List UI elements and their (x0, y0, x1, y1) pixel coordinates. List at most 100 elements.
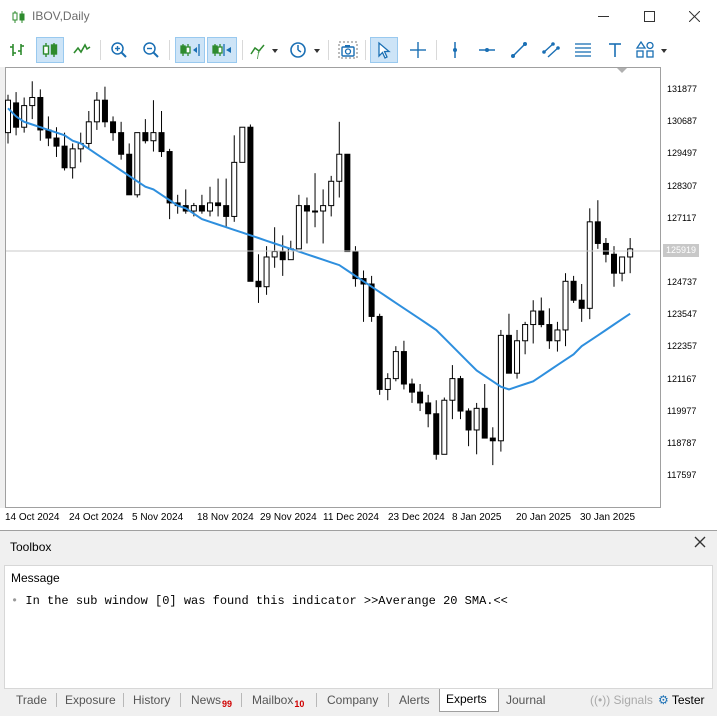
candle (457, 378, 464, 412)
candle (85, 121, 92, 144)
candle (473, 407, 480, 431)
candle (190, 205, 197, 212)
date-tick-label: 11 Dec 2024 (323, 512, 379, 523)
mailbox-badge: 10 (294, 699, 305, 709)
date-tick-label: 29 Nov 2024 (260, 512, 317, 523)
tester-icon: ⚙ (658, 693, 672, 707)
date-tick-label: 18 Nov 2024 (197, 512, 254, 523)
candle (627, 248, 634, 258)
tab-trade[interactable]: Trade (10, 690, 53, 710)
candle (602, 242, 609, 255)
current-price-label: 125919 (663, 244, 699, 258)
candle (505, 334, 512, 374)
candle (562, 280, 569, 331)
log-message: • In the sub window [0] was found this i… (11, 594, 508, 608)
price-tick-label: 121167 (667, 373, 697, 384)
candle (53, 137, 60, 147)
candle (295, 205, 302, 250)
candle (619, 256, 626, 274)
date-tick-label: 23 Dec 2024 (388, 512, 445, 523)
date-tick-label: 8 Jan 2025 (452, 512, 502, 523)
candle (489, 437, 496, 442)
candle (546, 324, 553, 342)
candle (166, 151, 173, 204)
candle (198, 205, 205, 212)
candle (586, 221, 593, 309)
candle (344, 153, 351, 253)
candle (554, 329, 561, 342)
tab-news[interactable]: News99 (185, 690, 238, 710)
candle (5, 99, 11, 134)
tab-alerts[interactable]: Alerts (393, 690, 436, 710)
price-tick-label: 130687 (667, 116, 698, 127)
candle (247, 126, 254, 282)
toolbox-title: Toolbox (10, 540, 52, 554)
candle (570, 280, 577, 301)
price-tick-label: 131877 (667, 84, 698, 94)
tab-history[interactable]: History (127, 690, 176, 710)
candle (425, 402, 432, 415)
candle (433, 413, 440, 455)
candle (231, 161, 238, 217)
tab-tester[interactable]: ⚙ Tester (652, 690, 711, 710)
candle (93, 99, 100, 123)
candle (101, 99, 108, 123)
candle (118, 132, 125, 155)
candle (158, 132, 165, 153)
signals-icon: ((•)) (590, 693, 614, 707)
price-tick-label: 118787 (667, 437, 697, 448)
tab-journal[interactable]: Journal (500, 690, 551, 710)
sma-line (7, 107, 631, 391)
price-tick-label: 127117 (667, 212, 697, 223)
toolbox-tabs: Trade Exposure History News99 Mailbox10 … (0, 689, 717, 716)
candle (578, 299, 585, 309)
log-message-text: In the sub window [0] was found this ind… (25, 594, 508, 608)
tab-experts[interactable]: Experts (439, 689, 499, 712)
candle (392, 351, 399, 380)
candle (223, 205, 230, 217)
candle (61, 145, 68, 169)
candle (303, 205, 310, 212)
candle (441, 399, 448, 455)
candles-layer (5, 81, 634, 466)
tab-mailbox[interactable]: Mailbox10 (246, 690, 310, 710)
news-badge: 99 (222, 699, 233, 709)
date-tick-label: 5 Nov 2024 (132, 512, 184, 523)
candle (312, 210, 319, 213)
candle (611, 253, 617, 274)
price-tick-label: 124737 (667, 277, 698, 287)
price-chart[interactable] (0, 0, 717, 530)
candle (239, 126, 246, 163)
candle (465, 410, 472, 431)
candle (336, 153, 343, 182)
candle (215, 202, 222, 207)
date-tick-label: 24 Oct 2024 (69, 512, 124, 523)
candle (21, 105, 28, 128)
candle (384, 378, 391, 390)
candle (449, 378, 456, 401)
toolbox-panel: Toolbox Message • In the sub window [0] … (0, 530, 717, 716)
candle (530, 310, 537, 326)
candle (271, 251, 278, 258)
message-column-header[interactable]: Message (11, 571, 60, 585)
price-tick-label: 123547 (667, 309, 698, 320)
candle (69, 148, 76, 169)
candle (263, 256, 270, 288)
candle (142, 132, 149, 142)
tab-exposure[interactable]: Exposure (59, 690, 122, 710)
close-icon[interactable] (694, 536, 706, 548)
tab-signals[interactable]: ((•)) Signals (584, 690, 659, 710)
candle (320, 205, 327, 212)
experts-log[interactable]: Message • In the sub window [0] was foun… (4, 565, 713, 689)
candle (255, 280, 262, 288)
price-tick-label: 122357 (667, 341, 698, 352)
date-tick-label: 20 Jan 2025 (516, 512, 572, 523)
chart-shift-marker (617, 68, 627, 73)
date-tick-label: 14 Oct 2024 (5, 512, 60, 523)
candle (409, 383, 415, 393)
date-tick-label: 30 Jan 2025 (580, 512, 636, 523)
tab-company[interactable]: Company (321, 690, 384, 710)
candle (594, 221, 601, 244)
price-tick-label: 129497 (667, 148, 698, 159)
candle (110, 121, 117, 134)
